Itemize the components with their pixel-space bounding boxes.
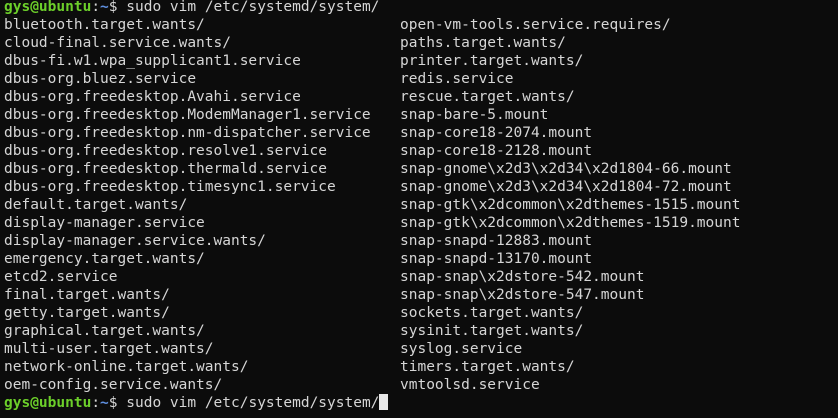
- listing-row: graphical.target.wants/sysinit.target.wa…: [4, 322, 834, 340]
- listing-row: bluetooth.target.wants/open-vm-tools.ser…: [4, 16, 834, 34]
- listing-entry-right: snap-snap\x2dstore-542.mount: [400, 269, 645, 285]
- listing-row: getty.target.wants/sockets.target.wants/: [4, 304, 834, 322]
- listing-entry-left: bluetooth.target.wants/: [4, 17, 205, 33]
- listing-entry-left: dbus-org.freedesktop.timesync1.service: [4, 179, 336, 195]
- listing-row: dbus-fi.w1.wpa_supplicant1.service printe…: [4, 52, 834, 70]
- listing-entry-left: dbus-org.freedesktop.thermald.service: [4, 161, 328, 177]
- listing-entry-right: snap-bare-5.mount: [400, 107, 549, 123]
- listing-entry-left: multi-user.target.wants/: [4, 341, 214, 357]
- listing-entry-right: snap-snapd-12883.mount: [400, 233, 593, 249]
- listing-entry-right: sockets.target.wants/: [400, 305, 584, 321]
- command-text: sudo vim /etc/systemd/system/: [126, 0, 380, 15]
- listing-entry-left: etcd2.service: [4, 269, 118, 285]
- listing-entry-left: emergency.target.wants/: [4, 251, 205, 267]
- listing-entry-right: snap-gtk\x2dcommon\x2dthemes-1515.mount: [400, 197, 741, 213]
- listing-entry-left: network-online.target.wants/: [4, 359, 249, 375]
- listing-row: network-online.target.wants/timers.targe…: [4, 358, 834, 376]
- listing-row: dbus-org.bluez.service redis.service: [4, 70, 834, 88]
- prompt-user-host: gys@ubuntu: [4, 0, 92, 15]
- listing-entry-right: snap-core18-2074.mount: [400, 125, 593, 141]
- prompt-dollar: $: [108, 395, 127, 411]
- listing-row: dbus-org.freedesktop.resolve1.service sna…: [4, 142, 834, 160]
- listing-entry-right: snap-gnome\x2d3\x2d34\x2d1804-66.mount: [400, 161, 732, 177]
- listing-entry-right: sysinit.target.wants/: [400, 323, 584, 339]
- prompt-line-first: gys@ubuntu: ~ $ sudo vim /etc/systemd/syst…: [4, 0, 834, 16]
- listing-entry-left: display-manager.service.wants/: [4, 233, 266, 249]
- listing-row: oem-config.service.wants/vmtoolsd.servic…: [4, 376, 834, 394]
- listing-entry-right: snap-core18-2128.mount: [400, 143, 593, 159]
- prompt-line-current[interactable]: gys@ubuntu: ~ $ sudo vim /etc/systemd/syst…: [4, 394, 834, 412]
- listing-entry-right: vmtoolsd.service: [400, 377, 540, 393]
- listing-entry-right: open-vm-tools.service.requires/: [400, 17, 671, 33]
- listing-entry-right: timers.target.wants/: [400, 359, 575, 375]
- listing-row: default.target.wants/snap-gtk\x2dcommon\…: [4, 196, 834, 214]
- listing-entry-right: paths.target.wants/: [400, 35, 566, 51]
- listing-entry-right: syslog.service: [400, 341, 523, 357]
- command-input[interactable]: sudo vim /etc/systemd/system/: [126, 394, 379, 412]
- prompt-user-host: gys@ubuntu: [4, 395, 92, 411]
- listing-row: cloud-final.service.wants/paths.target.w…: [4, 34, 834, 52]
- listing-entry-left: dbus-org.freedesktop.ModemManager1.servi…: [4, 107, 371, 123]
- listing-entry-left: oem-config.service.wants/: [4, 377, 223, 393]
- listing-entry-right: snap-gtk\x2dcommon\x2dthemes-1519.mount: [400, 215, 741, 231]
- listing-row: dbus-org.freedesktop.Avahi.service rescue…: [4, 88, 834, 106]
- listing-row: dbus-org.freedesktop.timesync1.service sn…: [4, 178, 834, 196]
- listing-row: dbus-org.freedesktop.thermald.service sna…: [4, 160, 834, 178]
- listing-entry-right: printer.target.wants/: [400, 53, 584, 69]
- listing-row: dbus-org.freedesktop.ModemManager1.servi…: [4, 106, 834, 124]
- listing-entry-left: dbus-org.bluez.service: [4, 71, 197, 87]
- prompt-path: ~: [100, 395, 109, 411]
- listing-entry-left: dbus-org.freedesktop.resolve1.service: [4, 143, 328, 159]
- listing-entry-right: snap-gnome\x2d3\x2d34\x2d1804-72.mount: [400, 179, 732, 195]
- listing-entry-right: redis.service: [400, 71, 514, 87]
- listing-entry-left: dbus-fi.w1.wpa_supplicant1.service: [4, 53, 301, 69]
- listing-row: final.target.wants/snap-snap\x2dstore-54…: [4, 286, 834, 304]
- listing-entry-left: getty.target.wants/: [4, 305, 170, 321]
- listing-entry-right: snap-snap\x2dstore-547.mount: [400, 287, 645, 303]
- listing-entry-left: dbus-org.freedesktop.nm-dispatcher.servi…: [4, 125, 371, 141]
- listing-row: dbus-org.freedesktop.nm-dispatcher.servi…: [4, 124, 834, 142]
- prompt-colon: :: [91, 395, 101, 411]
- listing-row: display-manager.service.wants/snap-snapd…: [4, 232, 834, 250]
- listing-entry-left: final.target.wants/: [4, 287, 170, 303]
- listing-row: etcd2.service snap-snap\x2dstore-542.moun…: [4, 268, 834, 286]
- prompt-dollar: $: [108, 0, 127, 15]
- listing-row: multi-user.target.wants/syslog.service: [4, 340, 834, 358]
- listing-entry-left: dbus-org.freedesktop.Avahi.service: [4, 89, 301, 105]
- listing-row: emergency.target.wants/snap-snapd-13170.…: [4, 250, 834, 268]
- prompt-colon: :: [91, 0, 101, 15]
- prompt-path: ~: [100, 0, 109, 15]
- text-cursor: [379, 394, 389, 410]
- listing-entry-left: cloud-final.service.wants/: [4, 35, 231, 51]
- listing-row: display-manager.service snap-gtk\x2dcommo…: [4, 214, 834, 232]
- directory-listing: bluetooth.target.wants/open-vm-tools.ser…: [4, 16, 834, 394]
- listing-entry-right: rescue.target.wants/: [400, 89, 575, 105]
- terminal-window[interactable]: gys@ubuntu: ~ $ sudo vim /etc/systemd/syst…: [4, 0, 834, 416]
- listing-entry-left: default.target.wants/: [4, 197, 188, 213]
- listing-entry-left: graphical.target.wants/: [4, 323, 205, 339]
- listing-entry-right: snap-snapd-13170.mount: [400, 251, 593, 267]
- listing-entry-left: display-manager.service: [4, 215, 205, 231]
